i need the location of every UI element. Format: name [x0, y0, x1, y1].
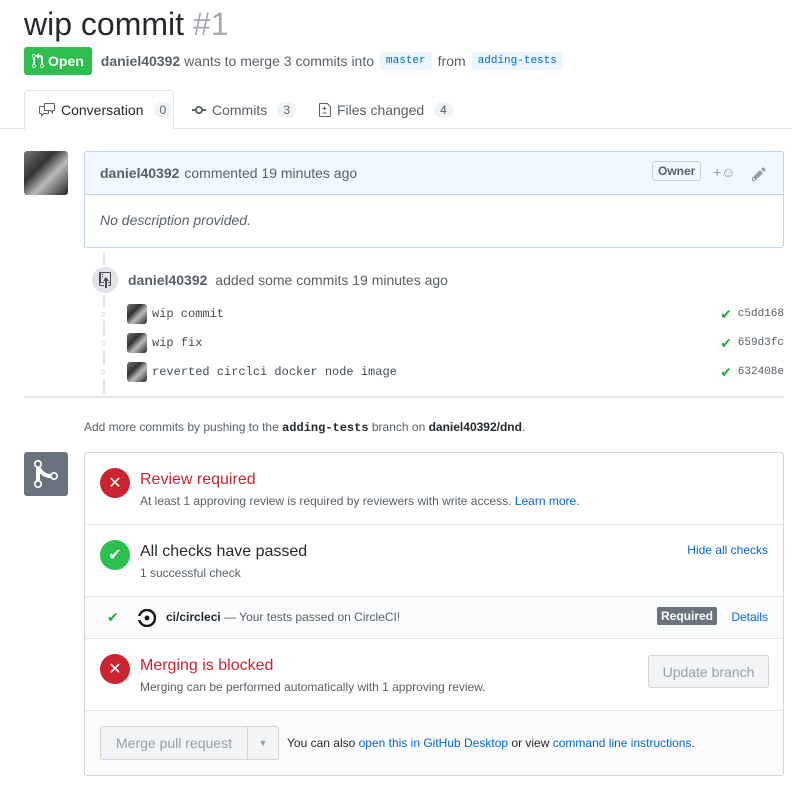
pr-meta: Open daniel40392 wants to merge 3 commit… — [24, 47, 569, 75]
pencil-icon[interactable] — [752, 166, 766, 182]
commit-sha[interactable]: 632408e — [738, 366, 784, 378]
head-branch[interactable]: adding-tests — [471, 52, 563, 70]
commit-row: ○ wip commit ✔ c5dd168 — [96, 302, 784, 326]
meta-from: from — [437, 53, 466, 69]
owner-label: Owner — [652, 161, 702, 181]
blocked-subtitle: Merging can be performed automatically w… — [140, 680, 486, 694]
tab-files-label: Files changed — [337, 101, 425, 118]
meta-text: wants to merge 3 commits into — [184, 53, 375, 69]
check-icon: ✔ — [107, 609, 119, 625]
git-commit-dot-icon: ○ — [96, 365, 110, 379]
commit-row: ○ wip fix ✔ 659d3fc — [96, 331, 784, 355]
base-branch[interactable]: master — [380, 52, 432, 70]
footer-post: . — [691, 736, 695, 750]
footer-mid: or view — [511, 736, 550, 750]
blocked-title: Merging is blocked — [140, 657, 274, 674]
check-item: ✔ ci/circleci — Your tests passed on Cir… — [85, 597, 783, 639]
author-link[interactable]: daniel40392 — [101, 53, 180, 69]
update-branch-button[interactable]: Update branch — [648, 655, 769, 688]
commit-avatar[interactable] — [127, 362, 147, 382]
check-desc: — Your tests passed on CircleCI! — [224, 610, 401, 624]
commit-message[interactable]: wip fix — [152, 336, 202, 350]
tab-conversation[interactable]: Conversation 0 — [24, 90, 174, 130]
merge-footer: Merge pull request ▼ You can also open t… — [85, 711, 783, 775]
commit-sha[interactable]: c5dd168 — [738, 308, 784, 320]
x-icon: ✕ — [100, 468, 130, 498]
learn-more-link[interactable]: Learn more. — [515, 494, 580, 508]
required-label: Required — [657, 607, 718, 625]
check-icon[interactable]: ✔ — [720, 306, 732, 323]
file-diff-icon — [319, 102, 331, 117]
review-subtitle-text: At least 1 approving review is required … — [140, 494, 512, 508]
pr-number: #1 — [192, 6, 229, 42]
triangle-down-icon: ▼ — [258, 738, 268, 748]
commit-avatar[interactable] — [127, 333, 147, 353]
commit-sha[interactable]: 659d3fc — [738, 337, 784, 349]
review-title: Review required — [140, 471, 256, 488]
state-label: Open — [48, 53, 84, 69]
merge-blocked-status: ✕ Merging is blocked Merging can be perf… — [85, 639, 783, 711]
push-hint-pre: Add more commits by pushing to the — [84, 420, 279, 434]
pr-title-text: wip commit — [24, 6, 185, 42]
comment-body: No description provided. — [100, 212, 251, 228]
tab-files-changed[interactable]: Files changed 4 — [319, 90, 453, 129]
push-hint-repo: daniel40392/dnd — [428, 420, 522, 434]
pr-title: wip commit #1 — [24, 4, 229, 44]
checks-status: ✔ All checks have passed 1 successful ch… — [85, 525, 783, 597]
x-icon: ✕ — [100, 654, 130, 684]
timeline-divider — [24, 396, 784, 398]
avatar[interactable] — [24, 151, 68, 195]
tab-files-count: 4 — [434, 101, 453, 118]
check-circle-icon: ✔ — [100, 540, 130, 570]
footer-pre: You can also — [287, 736, 356, 750]
merge-footer-text: You can also open this in GitHub Desktop… — [287, 736, 695, 750]
add-reaction-icon[interactable]: +☺ — [713, 164, 735, 180]
git-commit-dot-icon: ○ — [96, 336, 110, 350]
comment-discussion-icon — [39, 103, 55, 117]
review-status: ✕ Review required At least 1 approving r… — [85, 453, 783, 525]
merge-box: ✕ Review required At least 1 approving r… — [84, 452, 784, 776]
check-item-text: ci/circleci — Your tests passed on Circl… — [166, 610, 400, 624]
comment-author[interactable]: daniel40392 — [100, 165, 179, 181]
tab-commits-count: 3 — [277, 101, 296, 118]
circleci-logo-icon — [138, 609, 156, 627]
check-icon[interactable]: ✔ — [720, 364, 732, 381]
check-icon[interactable]: ✔ — [720, 335, 732, 352]
tab-commits-label: Commits — [212, 101, 268, 118]
commit-message[interactable]: wip commit — [152, 307, 224, 321]
hide-checks-link[interactable]: Hide all checks — [687, 543, 768, 557]
push-hint-post: . — [521, 420, 526, 434]
details-link[interactable]: Details — [731, 610, 768, 624]
commits-event-author[interactable]: daniel40392 — [128, 272, 207, 288]
github-desktop-link[interactable]: open this in GitHub Desktop — [359, 736, 508, 750]
tab-commits[interactable]: Commits 3 — [192, 90, 296, 129]
git-commit-icon — [192, 105, 206, 114]
pull-request-icon — [32, 53, 44, 69]
git-commit-dot-icon: ○ — [96, 307, 110, 321]
commit-row: ○ reverted circlci docker node image ✔ 6… — [96, 360, 784, 384]
commit-avatar[interactable] — [127, 304, 147, 324]
checks-title: All checks have passed — [140, 543, 308, 560]
commits-event: daniel40392 added some commits 19 minute… — [128, 272, 448, 288]
repo-push-icon — [90, 265, 120, 295]
git-merge-icon — [24, 452, 68, 496]
review-subtitle: At least 1 approving review is required … — [140, 494, 580, 508]
state-badge: Open — [24, 47, 92, 75]
checks-subtitle: 1 successful check — [140, 566, 241, 580]
merge-options-dropdown[interactable]: ▼ — [247, 726, 279, 760]
comment-timestamp: commented 19 minutes ago — [184, 165, 358, 181]
check-name: ci/circleci — [166, 610, 221, 624]
comment-header: daniel40392 commented 19 minutes ago Own… — [85, 152, 783, 195]
tab-conversation-count: 0 — [153, 102, 173, 118]
command-line-link[interactable]: command line instructions — [553, 736, 692, 750]
comment-box: daniel40392 commented 19 minutes ago Own… — [84, 151, 784, 248]
push-hint-mid: branch on — [371, 420, 426, 434]
push-hint: Add more commits by pushing to the addin… — [84, 420, 525, 435]
merge-pull-request-button[interactable]: Merge pull request — [100, 726, 248, 760]
tab-conversation-label: Conversation — [61, 102, 144, 118]
push-hint-branch: adding-tests — [282, 421, 369, 435]
pr-tabs: Conversation 0 Commits 3 Files changed 4 — [0, 90, 792, 130]
commit-message[interactable]: reverted circlci docker node image — [152, 365, 397, 379]
commits-event-action: added some commits 19 minutes ago — [215, 272, 448, 288]
